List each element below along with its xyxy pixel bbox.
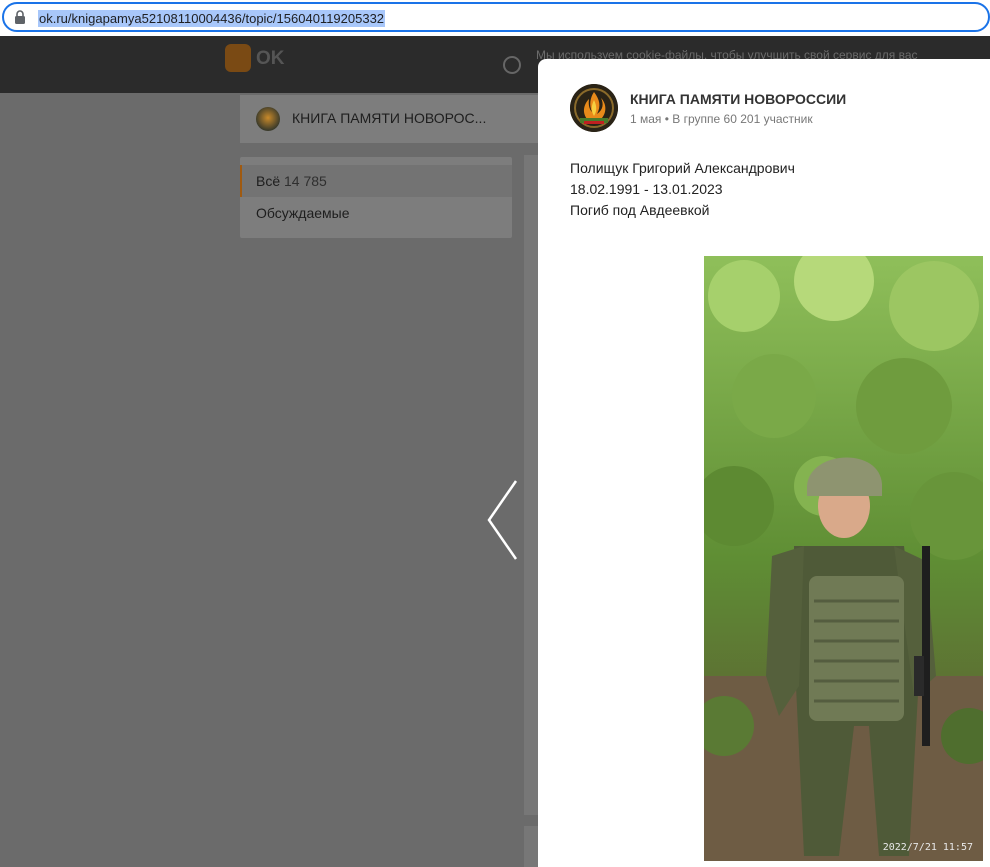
browser-address-bar: ok.ru/knigapamya52108110004436/topic/156… <box>0 0 990 36</box>
soldier-photo <box>704 256 983 861</box>
post-text: Полищук Григорий Александрович 18.02.199… <box>570 158 795 221</box>
post-group-avatar[interactable] <box>570 84 618 132</box>
ok-logo-icon[interactable] <box>225 44 251 72</box>
lock-icon <box>15 10 25 24</box>
filter-discussed-label: Обсуждаемые <box>256 205 350 221</box>
logo-text[interactable]: OK <box>256 48 285 70</box>
topic-filter: Всё 14 785 Обсуждаемые <box>240 157 512 238</box>
notification-icon[interactable] <box>503 56 521 74</box>
group-name[interactable]: КНИГА ПАМЯТИ НОВОРОС... <box>292 110 486 126</box>
filter-discussed[interactable]: Обсуждаемые <box>240 197 512 229</box>
post-line-place: Погиб под Авдеевкой <box>570 202 710 218</box>
url-text[interactable]: ok.ru/knigapamya52108110004436/topic/156… <box>38 10 386 27</box>
topic-modal: КНИГА ПАМЯТИ НОВОРОССИИ 1 мая • В группе… <box>538 59 990 867</box>
photo-timestamp: 2022/7/21 11:57 <box>882 842 973 853</box>
address-field[interactable]: ok.ru/knigapamya52108110004436/topic/156… <box>2 2 990 32</box>
post-line-dates: 18.02.1991 - 13.01.2023 <box>570 181 723 197</box>
filter-all[interactable]: Всё 14 785 <box>240 165 512 197</box>
post-photo[interactable]: 2022/7/21 11:57 <box>704 256 983 861</box>
filter-all-count: 14 785 <box>284 173 327 189</box>
group-avatar[interactable] <box>256 107 280 131</box>
memory-book-logo <box>570 84 618 132</box>
post-line-name: Полищук Григорий Александрович <box>570 160 795 176</box>
previous-arrow-icon[interactable] <box>484 478 524 562</box>
group-header[interactable]: КНИГА ПАМЯТИ НОВОРОС... <box>240 95 540 143</box>
post-meta: 1 мая • В группе 60 201 участник <box>630 112 813 126</box>
filter-all-label: Всё <box>256 173 281 189</box>
post-group-name[interactable]: КНИГА ПАМЯТИ НОВОРОССИИ <box>630 91 846 107</box>
